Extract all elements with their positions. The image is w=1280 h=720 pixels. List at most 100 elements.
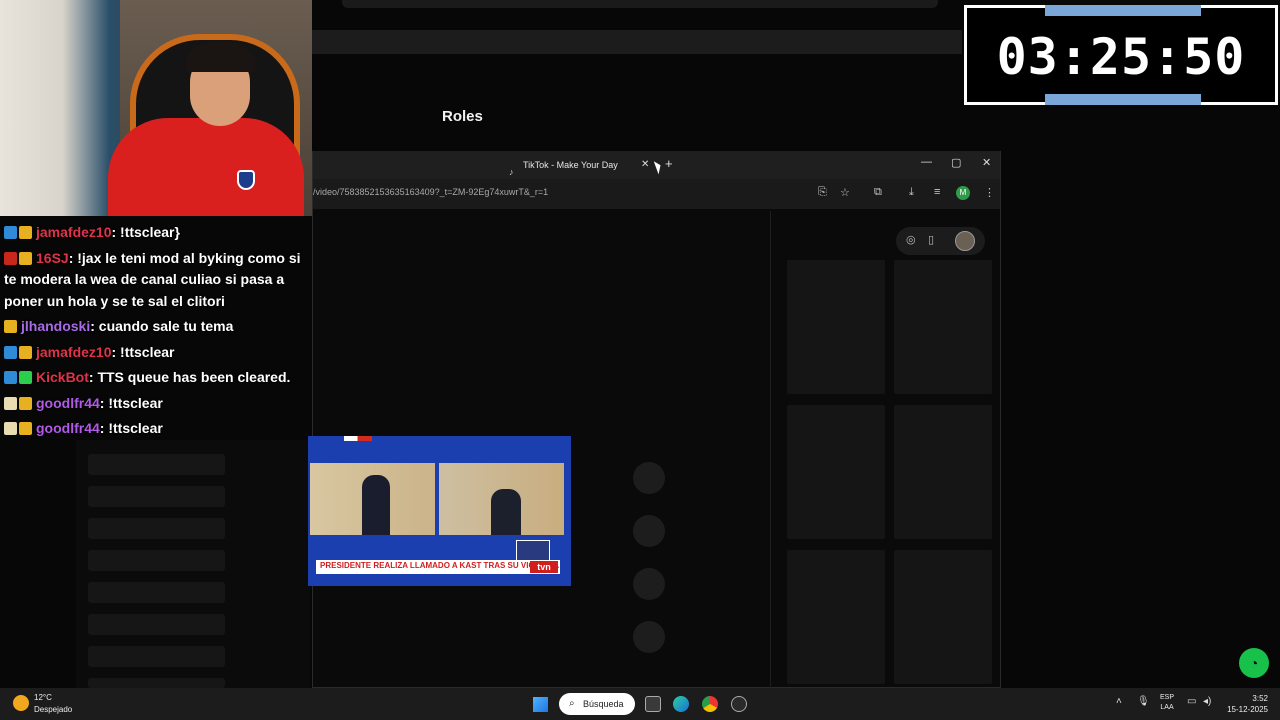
like-button[interactable]: [633, 462, 665, 494]
taskbar-search[interactable]: ⌕ Búsqueda: [559, 693, 635, 715]
streamer-hair: [186, 42, 256, 72]
gold-badge-icon: [19, 396, 32, 410]
gold-badge-icon: [19, 251, 32, 265]
skeleton-row: [88, 454, 225, 475]
media-icon[interactable]: ≡: [934, 186, 940, 198]
comment-button[interactable]: [633, 515, 665, 547]
language-code: ESP: [1160, 694, 1175, 701]
profile-avatar[interactable]: M: [956, 186, 970, 200]
app-icon[interactable]: [731, 696, 747, 712]
extensions-icon[interactable]: ⧉: [874, 186, 882, 199]
gold-badge-icon: [19, 345, 32, 359]
video-thumbnail[interactable]: [894, 550, 992, 684]
chat-text: : cuando sale tu tema: [90, 318, 234, 334]
chat-message: jamafdez10: !ttsclear}: [0, 220, 312, 246]
chat-username[interactable]: goodlfr44: [36, 420, 100, 436]
chat-text: : !ttsclear: [111, 343, 175, 360]
help-chat-button[interactable]: ◔: [1239, 648, 1269, 678]
save-button[interactable]: [633, 568, 665, 600]
flag-strip: [330, 436, 372, 441]
browser-toolbar: /video/7583852153635163409?_t=ZM-92Eg74x…: [313, 179, 1000, 209]
news-chyron: PRESIDENTE REALIZA LLAMADO A KAST TRAS S…: [316, 560, 560, 574]
background-band: [312, 30, 962, 54]
search-label: Búsqueda: [583, 699, 624, 709]
menu-icon[interactable]: ⋮: [984, 186, 995, 199]
skeleton-row: [88, 646, 225, 667]
skeleton-row: [88, 614, 225, 635]
news-video[interactable]: PRESIDENTE REALIZA LLAMADO A KAST TRAS S…: [308, 436, 571, 586]
chrome-icon[interactable]: [702, 696, 718, 712]
green-badge-icon: [19, 371, 32, 384]
device-icon[interactable]: ▯: [928, 233, 934, 246]
close-window-icon[interactable]: ✕: [982, 156, 991, 169]
person-seated: [491, 489, 521, 535]
share-button[interactable]: [633, 621, 665, 653]
chat-text: : !ttsclear}: [111, 224, 180, 240]
chat-username[interactable]: jlhandoski: [21, 318, 90, 334]
anchor-inset: [516, 540, 550, 562]
user-avatar[interactable]: [955, 231, 975, 251]
video-thumbnail[interactable]: [894, 260, 992, 394]
roles-heading: Roles: [442, 108, 483, 125]
streamer-shirt: [108, 118, 304, 216]
volume-icon[interactable]: ◂): [1203, 696, 1211, 707]
skeleton-row: [88, 550, 225, 571]
skeleton-row: [88, 518, 225, 539]
tab-close-icon[interactable]: ✕: [641, 154, 649, 176]
chat-username[interactable]: jamafdez10: [36, 344, 111, 360]
chat-text: : TTS queue has been cleared.: [88, 369, 291, 385]
chat-text: : !ttsclear: [99, 420, 163, 436]
explore-icon[interactable]: ◎: [906, 233, 916, 246]
stream-timer: 03:25:50: [964, 5, 1278, 105]
download-icon[interactable]: ⤓: [909, 186, 914, 199]
weather-icon[interactable]: [13, 695, 29, 711]
network-icon[interactable]: ▭: [1187, 696, 1196, 707]
chat-username[interactable]: goodlfr44: [36, 395, 100, 411]
taskbar-clock[interactable]: 3:52 15-12-2025: [1222, 693, 1268, 715]
cream-badge-icon: [4, 396, 17, 410]
chevron-up-icon[interactable]: ˄: [1116, 696, 1122, 707]
address-bar[interactable]: /video/7583852153635163409?_t=ZM-92Eg74x…: [313, 187, 548, 197]
windows-start-icon[interactable]: [533, 697, 548, 712]
edge-icon[interactable]: [673, 696, 689, 712]
webcam-overlay: [0, 0, 312, 216]
channel-logo: tvn: [530, 561, 558, 573]
blue-badge-icon: [4, 345, 17, 359]
skeleton-row: [88, 678, 225, 688]
red-badge-icon: [4, 251, 17, 265]
video-thumbnail[interactable]: [787, 550, 885, 684]
video-thumbnail[interactable]: [787, 405, 885, 539]
star-icon[interactable]: ☆: [840, 186, 850, 199]
chat-message: goodlfr44: !ttsclear: [0, 416, 312, 442]
chat-username[interactable]: jamafdez10: [36, 224, 111, 240]
skeleton-row: [88, 582, 225, 603]
chat-message: 16SJ: !jax le teni mod al byking como si…: [0, 246, 312, 315]
maximize-icon[interactable]: ▢: [951, 156, 961, 169]
new-tab-icon[interactable]: +: [665, 156, 673, 171]
keyboard-layout: LAA: [1160, 704, 1174, 711]
translate-icon[interactable]: ⎘: [818, 186, 827, 199]
clock-date: 15-12-2025: [1227, 705, 1268, 714]
minimize-icon[interactable]: —: [921, 156, 932, 168]
blue-badge-icon: [4, 371, 17, 384]
chat-message: jamafdez10: !ttsclear: [0, 340, 312, 366]
chat-overlay: jamafdez10: !ttsclear} 16SJ: !jax le teni…: [0, 220, 312, 442]
cream-badge-icon: [4, 422, 17, 435]
left-skeleton-panel: [76, 440, 310, 690]
video-thumbnail[interactable]: [787, 260, 885, 394]
chat-username[interactable]: KickBot: [36, 369, 89, 385]
chat-text: : !ttsclear: [99, 394, 163, 411]
browser-tab[interactable]: ♪ TikTok - Make Your Day ✕: [497, 154, 657, 179]
microphone-icon[interactable]: 🎙: [1137, 696, 1150, 707]
weather-temperature: 12°C: [34, 693, 52, 702]
chat-username[interactable]: 16SJ: [36, 250, 69, 266]
task-view-icon[interactable]: [645, 696, 661, 712]
clock-time: 3:52: [1252, 694, 1268, 703]
video-thumbnail[interactable]: [894, 405, 992, 539]
chyron-text: PRESIDENTE REALIZA LLAMADO A KAST TRAS S…: [320, 561, 559, 570]
language-indicator[interactable]: ESP LAA: [1160, 693, 1174, 713]
content-divider: [770, 211, 771, 688]
chat-message: goodlfr44: !ttsclear: [0, 391, 312, 417]
timer-digits: 03:25:50: [996, 28, 1246, 86]
gold-badge-icon: [4, 320, 17, 333]
